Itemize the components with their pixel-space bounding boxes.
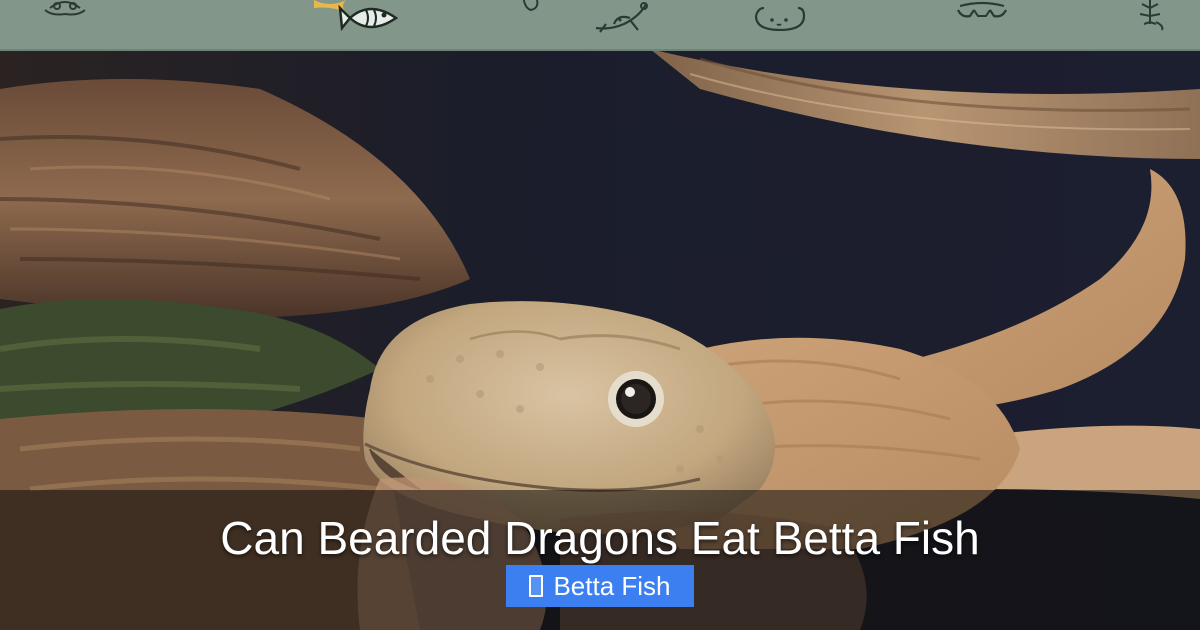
featured-image-card: Can Bearded Dragons Eat Betta Fish Betta… xyxy=(0,0,1200,630)
scorpion-icon xyxy=(1139,0,1164,31)
category-tag[interactable]: Betta Fish xyxy=(506,565,694,607)
frog-icon xyxy=(44,1,86,16)
animal-icons-banner xyxy=(0,0,1200,51)
guinea-pig-icon xyxy=(754,6,806,31)
tag-icon xyxy=(529,575,544,597)
post-title[interactable]: Can Bearded Dragons Eat Betta Fish xyxy=(0,510,1200,566)
gecko-icon xyxy=(595,2,648,33)
snake-icon xyxy=(522,0,539,12)
category-tag-label: Betta Fish xyxy=(553,570,671,601)
turtle-icon xyxy=(957,1,1007,18)
fish-icon xyxy=(314,0,399,32)
